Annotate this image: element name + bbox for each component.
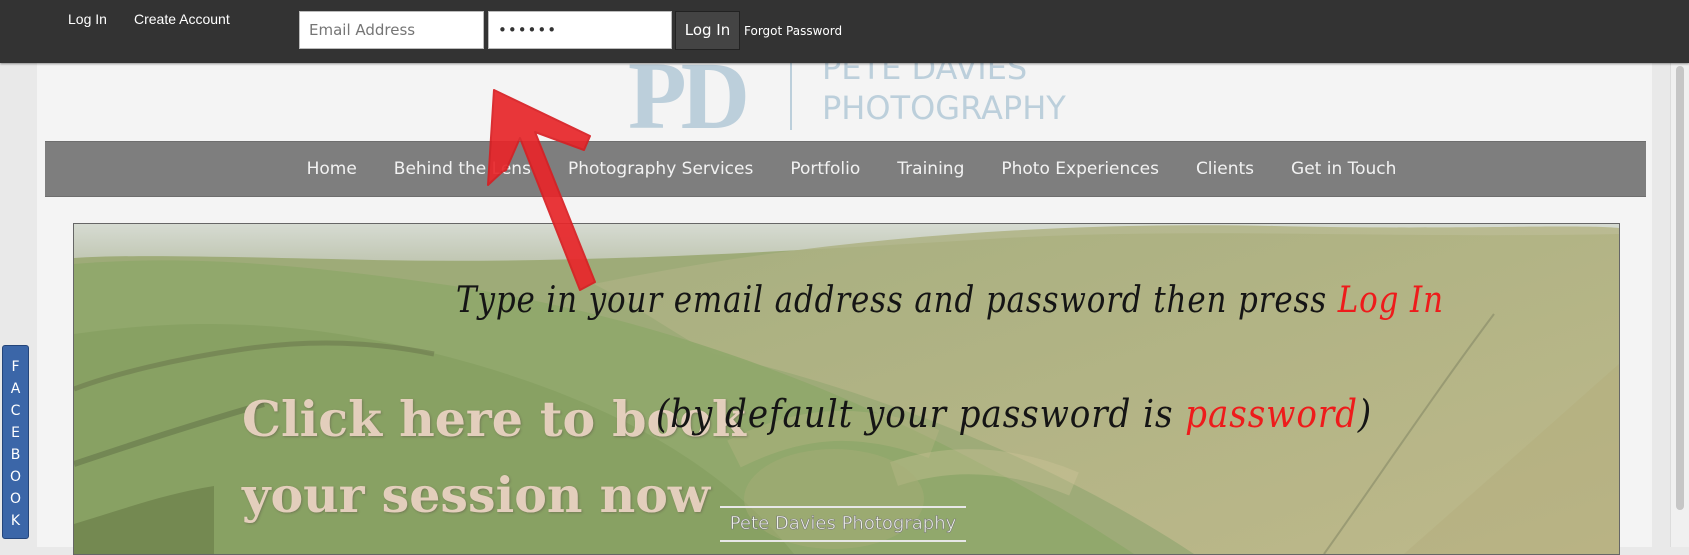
- hero-banner[interactable]: Click here to book your session now Pete…: [73, 223, 1620, 555]
- scrollbar-thumb[interactable]: [1676, 66, 1684, 510]
- instruction-text-2-close: ): [1357, 392, 1373, 436]
- logo-subtitle: PHOTOGRAPHY: [822, 89, 1066, 127]
- password-field[interactable]: [488, 11, 672, 49]
- facebook-letter: O: [9, 469, 22, 485]
- instruction-text-2: (by default your password is: [656, 392, 1174, 436]
- top-login-bar: Log In Create Account Log In Forgot Pass…: [0, 0, 1689, 63]
- nav-item-training[interactable]: Training: [897, 159, 964, 179]
- red-arrow-annotation: [487, 89, 596, 291]
- nav-item-photo-experiences[interactable]: Photo Experiences: [1001, 159, 1159, 179]
- main-navigation: Home Behind the Lens Photography Service…: [45, 141, 1646, 197]
- forgot-password-link[interactable]: Forgot Password: [744, 24, 842, 38]
- login-button[interactable]: Log In: [675, 11, 740, 50]
- facebook-tab[interactable]: F A C E B O O K: [2, 345, 29, 539]
- instruction-highlight-login: Log In: [1337, 280, 1444, 321]
- instruction-line-2: (by default your password is password): [656, 392, 1372, 436]
- cta-line-2: your session now: [242, 466, 711, 524]
- create-account-link[interactable]: Create Account: [134, 11, 230, 27]
- email-field[interactable]: [299, 11, 484, 49]
- nav-item-clients[interactable]: Clients: [1196, 159, 1254, 179]
- nav-item-portfolio[interactable]: Portfolio: [790, 159, 860, 179]
- facebook-letter: K: [10, 513, 21, 529]
- photo-watermark: Pete Davies Photography: [720, 506, 966, 542]
- facebook-letter: F: [11, 359, 20, 375]
- facebook-letter: E: [11, 425, 20, 441]
- nav-item-home[interactable]: Home: [307, 159, 357, 179]
- vertical-scrollbar[interactable]: [1670, 0, 1689, 547]
- facebook-letter: B: [10, 447, 21, 463]
- login-link[interactable]: Log In: [68, 11, 107, 27]
- facebook-letter: O: [9, 491, 22, 507]
- facebook-letter: C: [10, 403, 21, 419]
- instruction-highlight-password: password: [1185, 392, 1358, 436]
- nav-item-get-in-touch[interactable]: Get in Touch: [1291, 159, 1396, 179]
- facebook-letter: A: [10, 381, 21, 397]
